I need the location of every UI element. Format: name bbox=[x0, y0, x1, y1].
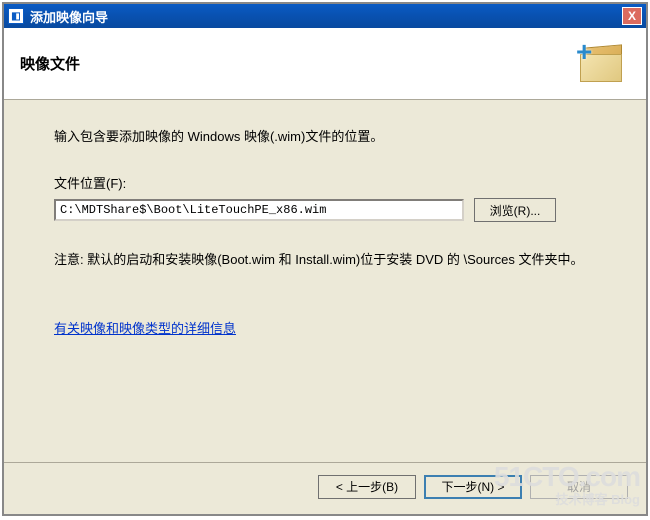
cancel-button: 取消 bbox=[530, 475, 628, 499]
file-row: 浏览(R)... bbox=[54, 198, 596, 222]
wizard-dialog: ◧ 添加映像向导 X 映像文件 + 输入包含要添加映像的 Windows 映像(… bbox=[4, 4, 646, 510]
close-button[interactable]: X bbox=[622, 7, 642, 25]
details-link[interactable]: 有关映像和映像类型的详细信息 bbox=[54, 321, 236, 336]
next-button[interactable]: 下一步(N) > bbox=[424, 475, 522, 499]
prompt-text: 输入包含要添加映像的 Windows 映像(.wim)文件的位置。 bbox=[54, 126, 596, 145]
header-panel: 映像文件 + bbox=[4, 28, 646, 100]
titlebar: ◧ 添加映像向导 X bbox=[4, 4, 646, 28]
button-bar: < 上一步(B) 下一步(N) > 取消 bbox=[4, 462, 646, 510]
content-area: 输入包含要添加映像的 Windows 映像(.wim)文件的位置。 文件位置(F… bbox=[4, 100, 646, 353]
browse-button[interactable]: 浏览(R)... bbox=[474, 198, 556, 222]
window-title: 添加映像向导 bbox=[30, 7, 622, 26]
add-image-icon: + bbox=[574, 40, 630, 88]
file-location-label: 文件位置(F): bbox=[54, 173, 596, 192]
page-title: 映像文件 bbox=[20, 53, 574, 74]
back-button[interactable]: < 上一步(B) bbox=[318, 475, 416, 499]
app-icon: ◧ bbox=[8, 8, 24, 24]
note-text: 注意: 默认的启动和安装映像(Boot.wim 和 Install.wim)位于… bbox=[54, 250, 596, 270]
file-path-input[interactable] bbox=[54, 199, 464, 221]
